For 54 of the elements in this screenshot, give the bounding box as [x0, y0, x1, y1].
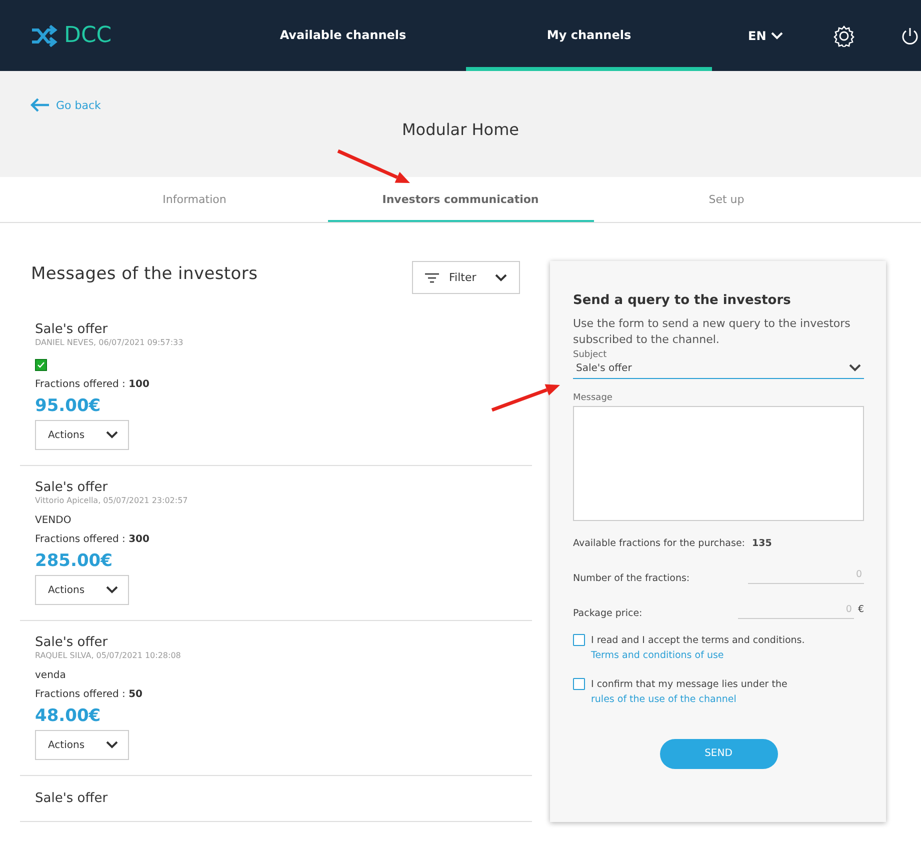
actions-dropdown[interactable]: Actions	[35, 420, 129, 450]
message-title: Sale's offer	[35, 635, 109, 650]
field-label: Subject	[573, 350, 608, 360]
subject-dropdown[interactable]: Sale's offer	[573, 360, 864, 379]
fractions-offered: Fractions offered : 100	[35, 379, 150, 390]
checkbox[interactable]	[573, 678, 585, 690]
consent-text: I read and I accept the terms and conditions. Terms and conditions of use	[591, 634, 806, 664]
chevron-down-icon	[771, 32, 784, 40]
field-label: Message	[573, 392, 614, 403]
tab[interactable]: Information	[62, 177, 328, 222]
message-title: Sale's offer	[35, 791, 109, 806]
currency-symbol: €	[858, 604, 864, 615]
actions-dropdown[interactable]: Actions	[35, 575, 129, 605]
price: 48.00€	[35, 706, 102, 726]
price: 285.00€	[35, 551, 114, 571]
fractions-offered: Fractions offered : 300	[35, 534, 150, 545]
power-icon[interactable]	[901, 26, 920, 44]
price-input[interactable]: 0	[738, 604, 854, 619]
consent-text: I confirm that my message lies under the rules of the use of the channel	[591, 678, 788, 708]
form-description: Use the form to send a new query to the investors subscribed to the channel.	[573, 316, 852, 348]
message-title: Sale's offer	[35, 322, 109, 337]
actions-dropdown[interactable]: Actions	[35, 730, 129, 760]
chevron-down-icon	[106, 586, 118, 594]
chevron-down-icon	[849, 364, 861, 372]
message-body: VENDO	[35, 515, 72, 526]
nav-tab[interactable]: Available channels	[220, 0, 466, 71]
form-title: Send a query to the investors	[573, 293, 792, 308]
checkbox[interactable]	[573, 634, 585, 646]
arrow-left-icon	[30, 98, 50, 112]
logo-text: DCC	[64, 23, 112, 48]
message-author-date: Vittorio Apicella, 05/07/2021 23:02:57	[35, 496, 189, 505]
tab[interactable]: Set up	[594, 177, 860, 222]
available-fractions: Available fractions for the purchase: 135	[573, 538, 773, 549]
message-field[interactable]	[573, 406, 864, 521]
price: 95.00€	[35, 396, 102, 416]
message-author-date: RAQUEL SILVA, 05/07/2021 10:28:08	[35, 651, 182, 660]
fractions-input[interactable]: 0	[748, 568, 864, 584]
field-label: Package price:	[573, 608, 642, 619]
chevron-down-icon	[495, 274, 507, 282]
filter-dropdown[interactable]: Filter	[412, 261, 520, 294]
chevron-down-icon	[106, 741, 118, 749]
page-title: Modular Home	[400, 120, 520, 139]
annotation-arrow	[491, 384, 560, 412]
field-label: Number of the fractions:	[573, 572, 690, 584]
fractions-offered: Fractions offered : 50	[35, 689, 144, 700]
message-title: Sale's offer	[35, 480, 109, 495]
language-selector[interactable]: EN	[742, 28, 790, 44]
settings-icon[interactable]	[833, 24, 856, 46]
section-title: Messages of the investors	[31, 264, 258, 284]
message-body: venda	[35, 670, 67, 681]
chevron-down-icon	[106, 431, 118, 439]
message-author-date: DANIEL NEVES, 06/07/2021 09:57:33	[35, 338, 184, 347]
filter-icon	[425, 272, 439, 282]
shuffle-icon	[30, 24, 58, 46]
